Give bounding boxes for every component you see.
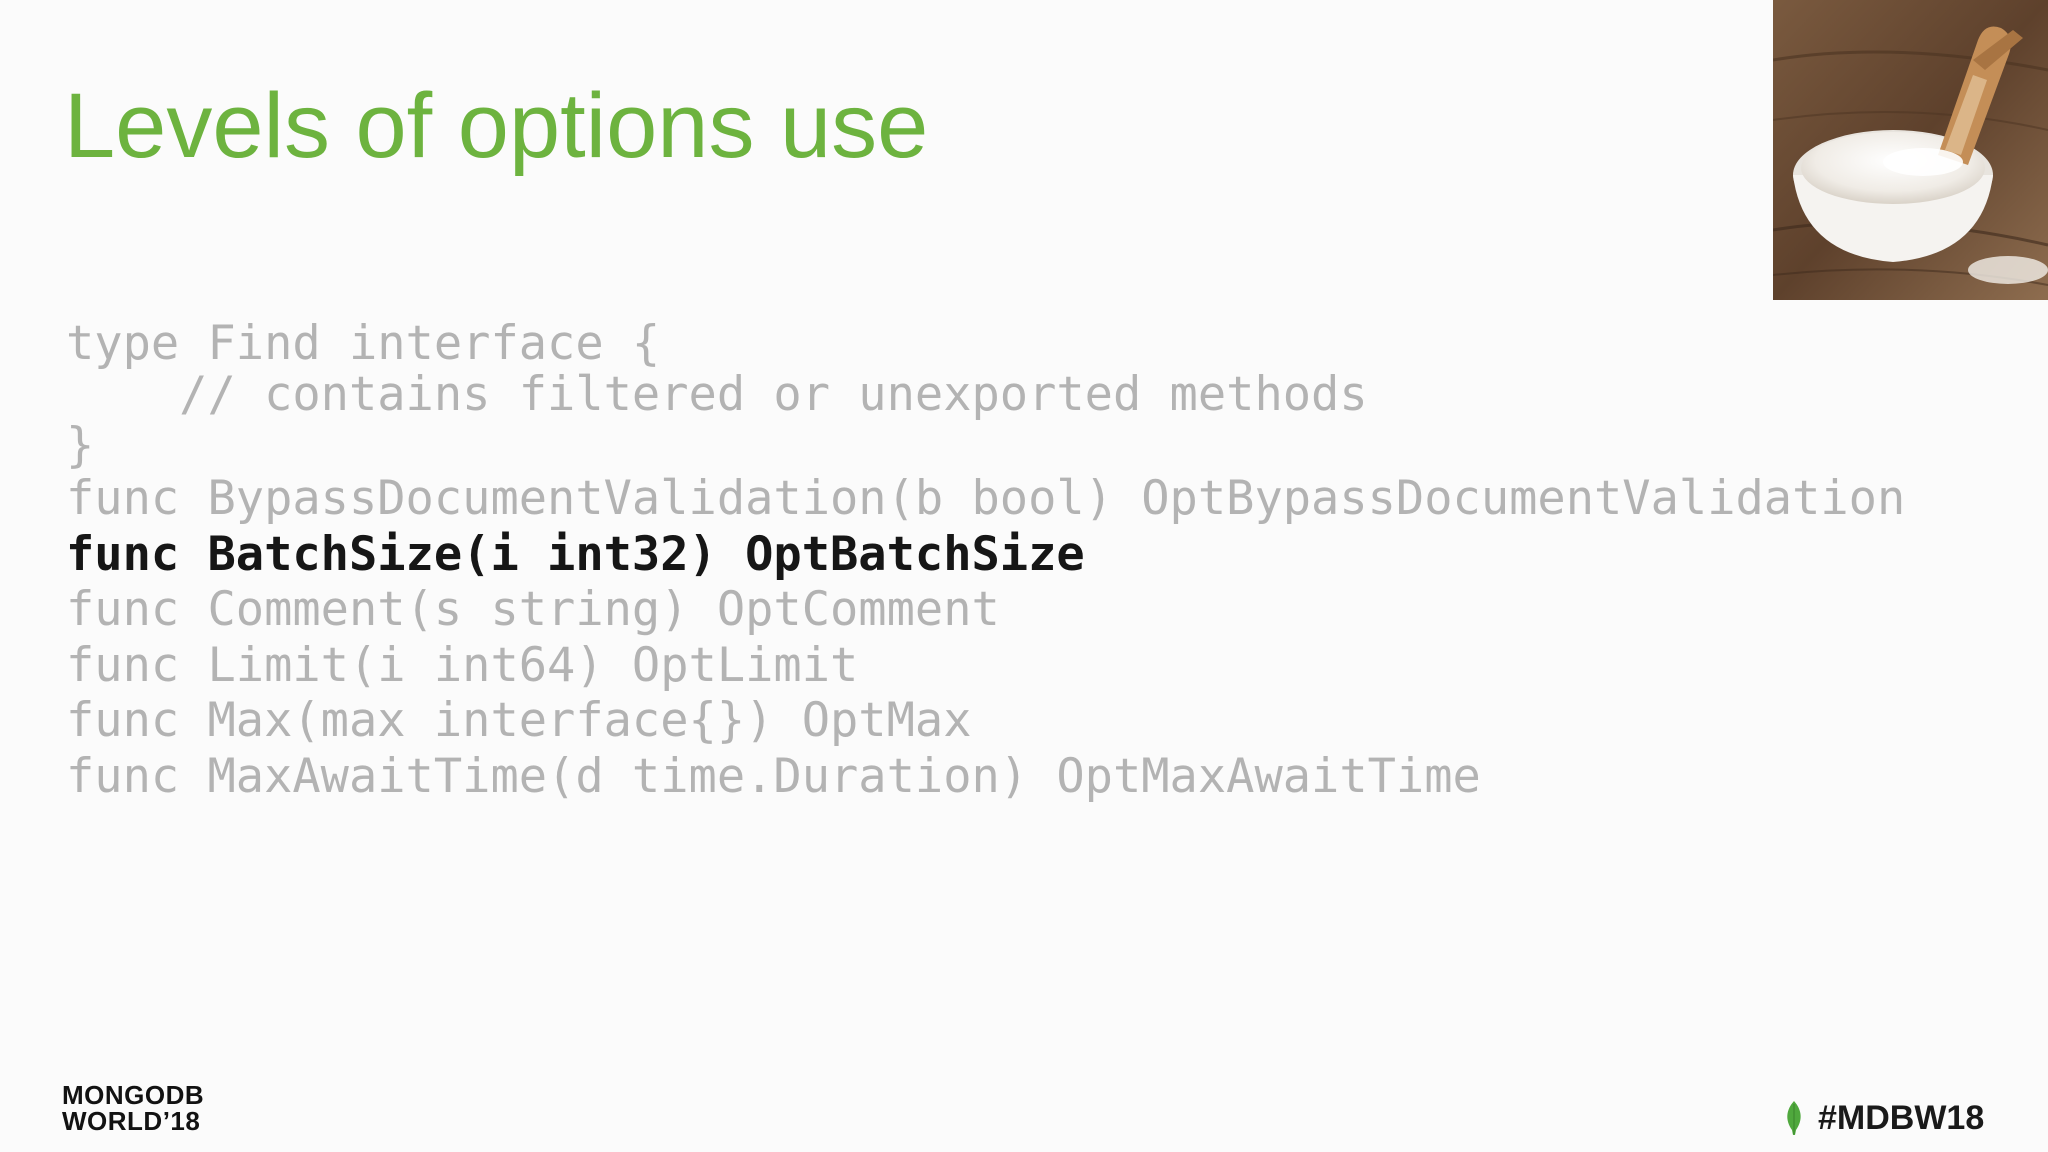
code-line-comment: // contains filtered or unexported metho… — [66, 367, 1368, 422]
salt-bowl-photo — [1773, 0, 2048, 300]
code-line-close-brace: } — [66, 418, 95, 473]
code-block: type Find interface { // contains filter… — [66, 318, 2006, 804]
code-line-max: func Max(max interface{}) OptMax — [66, 693, 972, 748]
code-line-maxawaittime: func MaxAwaitTime(d time.Duration) OptMa… — [66, 748, 1481, 804]
mongodb-world-logo: MONGODB WORLD’18 — [62, 1082, 204, 1134]
mongodb-leaf-icon — [1784, 1100, 1804, 1136]
slide: Levels of options use type Find interfac… — [0, 0, 2048, 1152]
code-line-limit: func Limit(i int64) OptLimit — [66, 637, 859, 693]
code-line-bypass: func BypassDocumentValidation(b bool) Op… — [66, 471, 1906, 526]
slide-title: Levels of options use — [64, 75, 929, 177]
code-line-batchsize-highlighted: func BatchSize(i int32) OptBatchSize — [66, 526, 1085, 582]
hashtag-badge: #MDBW18 — [1784, 1098, 1984, 1138]
code-line-comment-func: func Comment(s string) OptComment — [66, 582, 1000, 637]
logo-line-2: WORLD’18 — [62, 1106, 201, 1136]
logo-line-1: MONGODB — [62, 1080, 205, 1110]
code-line-type-decl: type Find interface { — [66, 316, 661, 371]
hashtag-text: #MDBW18 — [1818, 1098, 1985, 1137]
